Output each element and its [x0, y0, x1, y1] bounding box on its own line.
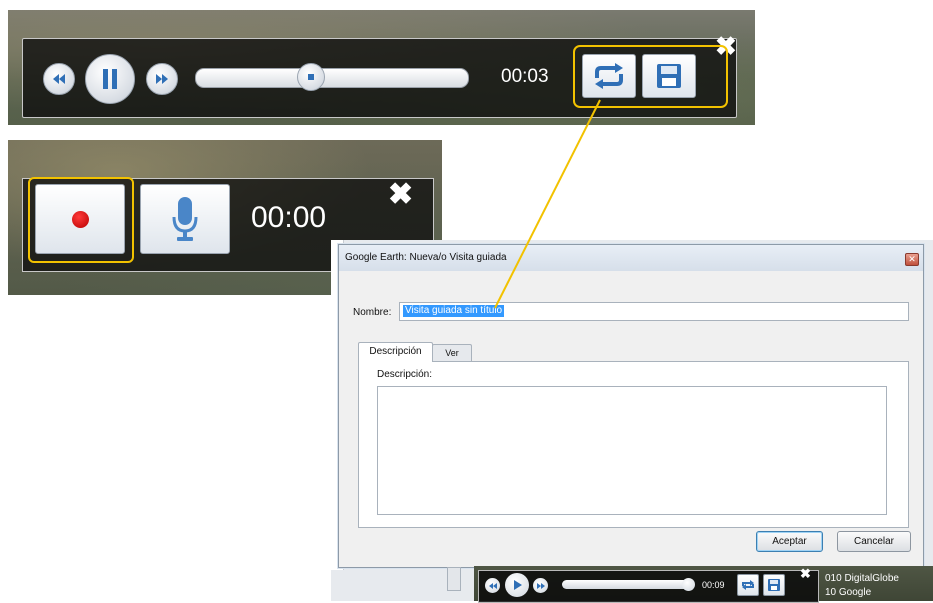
- microphone-button[interactable]: [140, 184, 230, 254]
- tour-time-display: 00:03: [501, 66, 549, 87]
- description-tab-panel: Descripción:: [358, 361, 909, 528]
- play-icon: [514, 580, 522, 590]
- cancel-button[interactable]: Cancelar: [837, 531, 911, 552]
- mini-play-button[interactable]: [505, 573, 529, 597]
- mini-time-display: 00:09: [702, 580, 725, 590]
- close-icon[interactable]: ✖: [800, 567, 811, 580]
- slider-thumb-icon: [308, 74, 314, 80]
- save-icon: [768, 579, 780, 591]
- fast-forward-icon: [156, 74, 168, 84]
- rewind-button[interactable]: [43, 63, 75, 95]
- name-label: Nombre:: [353, 307, 392, 318]
- tour-player-bar: 00:03 ✖: [22, 33, 737, 118]
- mini-repeat-button[interactable]: [737, 574, 759, 596]
- accept-button[interactable]: Aceptar: [756, 531, 823, 552]
- imagery-credit: 10 Google: [825, 587, 872, 598]
- seek-slider-thumb[interactable]: [297, 63, 325, 91]
- description-label: Descripción:: [377, 369, 433, 380]
- fast-forward-icon: [536, 582, 545, 589]
- tour-player-panel: 00:03 ✖: [8, 10, 755, 125]
- fast-forward-button[interactable]: [146, 63, 178, 95]
- mini-rewind-button[interactable]: [485, 578, 500, 593]
- mini-seek-thumb[interactable]: [682, 578, 695, 591]
- rewind-icon: [53, 74, 65, 84]
- dialog-close-icon[interactable]: ✕: [905, 253, 919, 266]
- new-tour-dialog: Google Earth: Nueva/o Visita guiada ✕ No…: [338, 244, 924, 568]
- tab-view[interactable]: Ver: [432, 344, 472, 362]
- mini-seek-track[interactable]: [562, 580, 688, 589]
- dialog-title: Google Earth: Nueva/o Visita guiada: [345, 252, 507, 263]
- highlight-frame-loop-save: [573, 45, 728, 108]
- record-time-display: 00:00: [251, 201, 327, 234]
- microphone-icon: [172, 197, 198, 241]
- imagery-credit: 010 DigitalGlobe: [825, 573, 899, 584]
- seek-slider-track[interactable]: [195, 68, 469, 88]
- mini-save-button[interactable]: [763, 574, 785, 596]
- description-textarea[interactable]: [377, 386, 887, 515]
- close-icon[interactable]: ✖: [388, 180, 413, 210]
- highlight-frame-record: [28, 177, 134, 263]
- name-input[interactable]: Visita guiada sin título: [399, 302, 909, 321]
- pause-button[interactable]: [85, 54, 135, 104]
- pause-icon: [103, 69, 117, 89]
- tab-description[interactable]: Descripción: [358, 342, 433, 362]
- rewind-icon: [488, 582, 497, 589]
- dialog-titlebar[interactable]: Google Earth: Nueva/o Visita guiada ✕: [339, 245, 923, 271]
- mini-tour-player: 00:09 ✖: [478, 567, 819, 603]
- name-input-value: Visita guiada sin título: [403, 305, 505, 317]
- repeat-icon: [742, 580, 754, 590]
- scrollbar-thumb[interactable]: [447, 567, 461, 591]
- mini-fast-forward-button[interactable]: [533, 578, 548, 593]
